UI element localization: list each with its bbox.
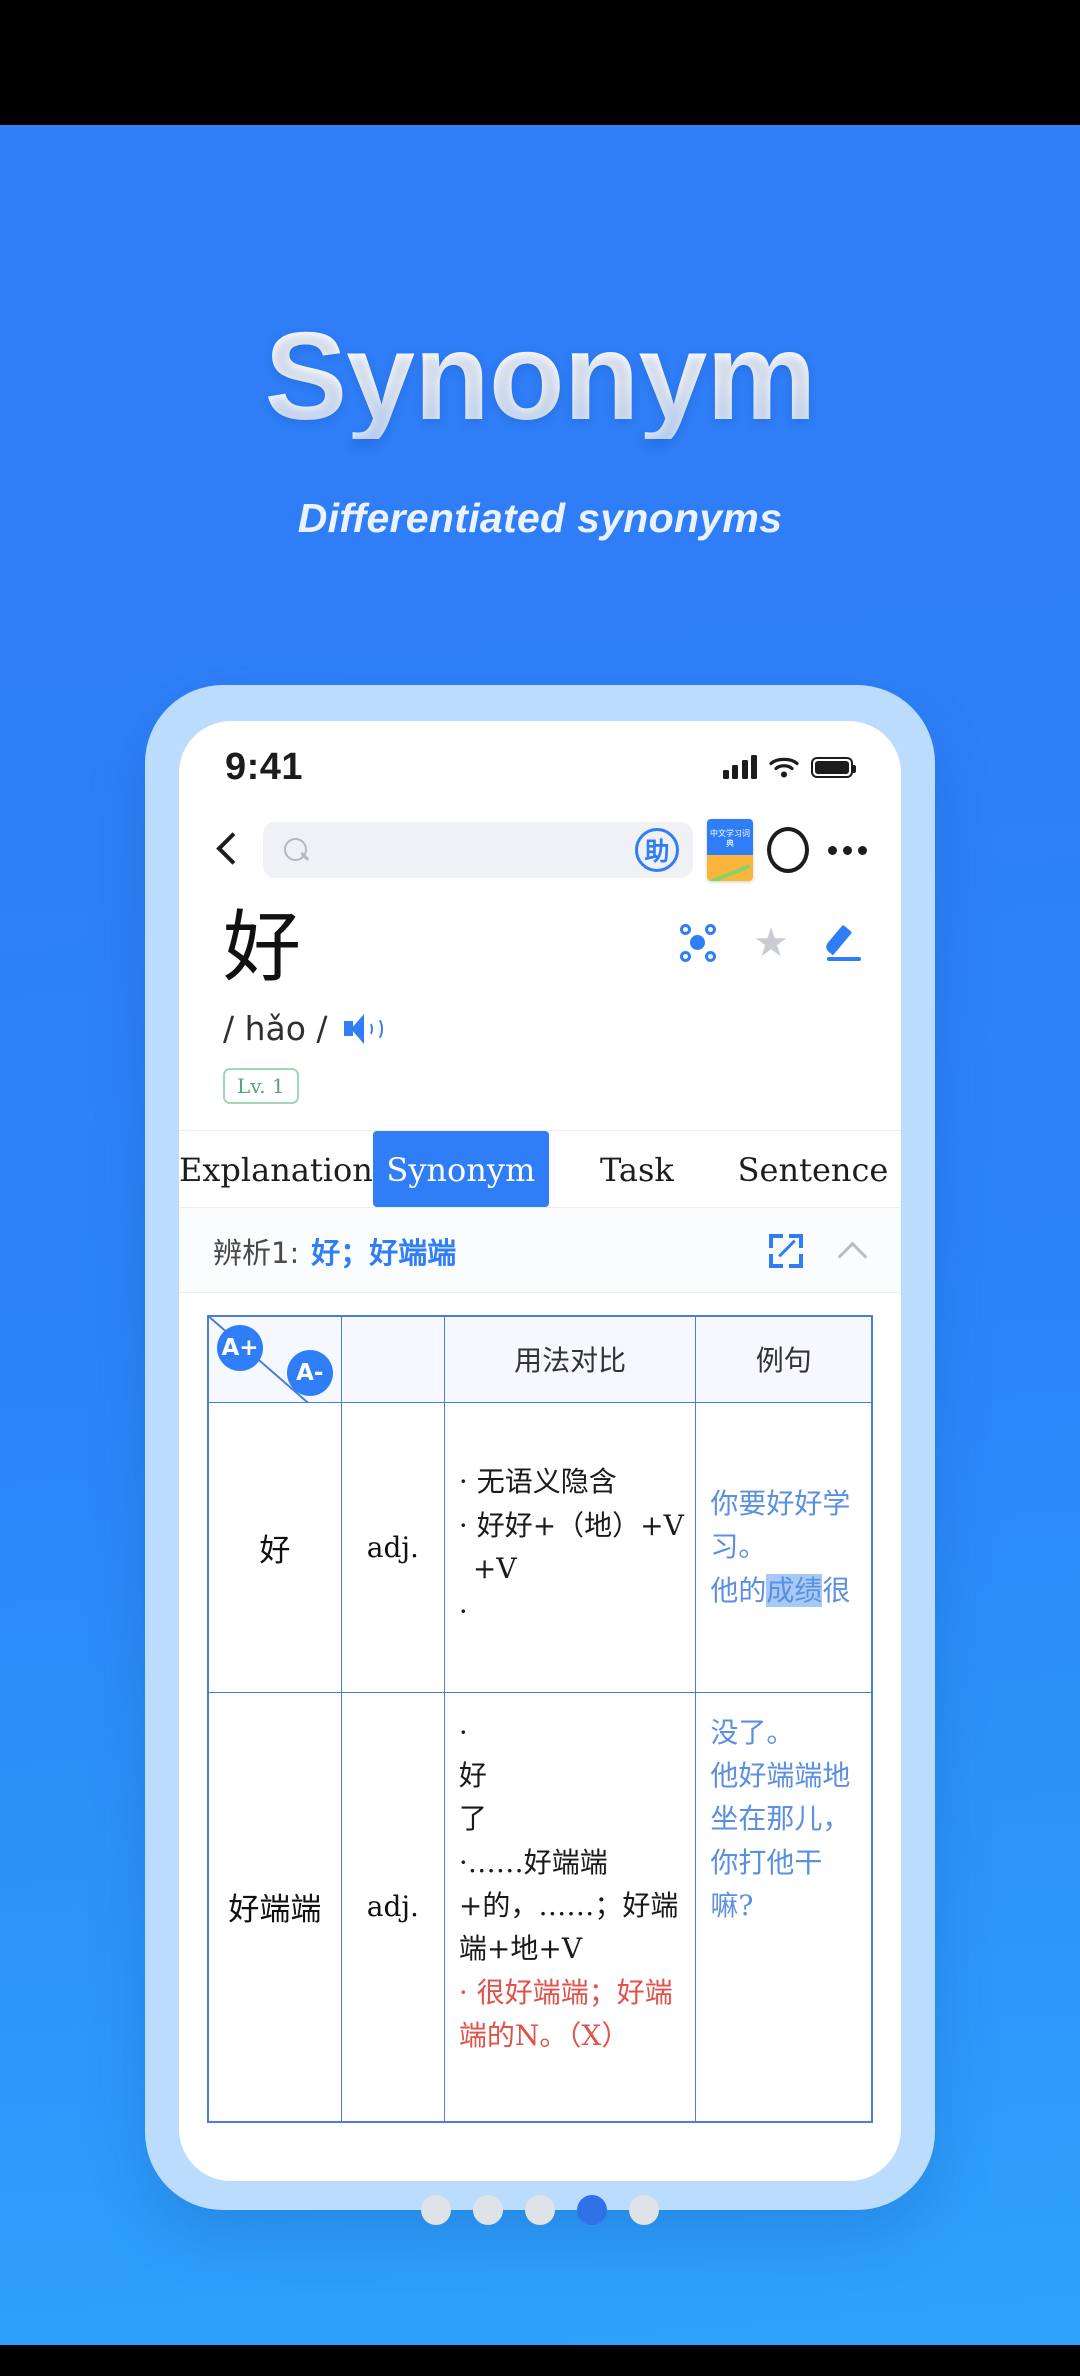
row1-example: 你要好好学习。 他的成绩很 — [695, 1401, 873, 1693]
entry-header: 好 ★ / hǎo / Lv. 1 — [179, 899, 901, 1104]
speaker-icon[interactable] — [343, 1013, 383, 1044]
row2-word: 好端端 — [207, 1691, 342, 2123]
discrimination-actions — [769, 1234, 867, 1268]
pager-dot-3[interactable] — [525, 2195, 555, 2225]
pager-dot-5[interactable] — [629, 2195, 659, 2225]
screenshot-root: Synonym Differentiated synonyms 9:41 助 中… — [0, 0, 1080, 2376]
highlighted-word[interactable]: 成绩 — [766, 1573, 823, 1607]
row2-usage: · 好 了 ·……好端端+的，……；好端端+地+V · 很好端端；好端端的N。（… — [443, 1691, 697, 2123]
status-bar: 9:41 — [179, 721, 901, 813]
row2-usage-line-3: 了 — [458, 1802, 487, 1836]
pinyin-row: / hǎo / — [223, 1009, 865, 1048]
more-dots-icon[interactable] — [823, 828, 871, 872]
comparison-table-wrap: A+ A- 用法对比 例句 好 adj. · 无语义隐含 · 好好+（地）+V … — [179, 1293, 901, 2123]
row1-usage-line-3: +V — [472, 1552, 517, 1585]
discrimination-bar[interactable]: 辨析1: 好；好端端 — [179, 1207, 901, 1293]
row1-usage-line-4: · — [458, 1595, 468, 1629]
table-row: 好端端 adj. · 好 了 ·……好端端+的，……；好端端+地+V · 很好端… — [207, 1691, 873, 2123]
comparison-table: A+ A- 用法对比 例句 好 adj. · 无语义隐含 · 好好+（地）+V … — [207, 1315, 873, 2123]
star-icon[interactable]: ★ — [753, 923, 789, 963]
discrimination-words[interactable]: 好；好端端 — [311, 1230, 456, 1272]
pencil-edit-icon[interactable] — [823, 923, 865, 963]
row1-word: 好 — [207, 1401, 342, 1693]
battery-icon — [811, 756, 856, 778]
carousel-pager — [0, 2195, 1080, 2225]
row2-usage-line-2: 好 — [458, 1758, 487, 1792]
assist-badge-icon[interactable]: 助 — [635, 828, 679, 872]
tab-sentence[interactable]: Sentence — [725, 1131, 901, 1207]
row2-pos: adj. — [340, 1691, 445, 2123]
row1-usage-line-1: · 无语义隐含 — [458, 1465, 617, 1499]
tab-explanation[interactable]: Explanation — [179, 1131, 373, 1207]
discrimination-label: 辨析1: — [213, 1236, 300, 1270]
table-diagonal-header: A+ A- — [207, 1315, 342, 1403]
dictionary-book-label: 中文学习词典 — [710, 829, 750, 849]
promo-slide: Synonym Differentiated synonyms 9:41 助 中… — [0, 125, 1080, 2345]
row1-pos: adj. — [340, 1401, 445, 1693]
pinyin-text: / hǎo / — [223, 1009, 328, 1048]
entry-tabs: Explanation Synonym Task Sentence — [179, 1130, 901, 1207]
table-header-usage: 用法对比 — [443, 1315, 697, 1403]
row2-usage-line-1: · — [458, 1715, 468, 1749]
phone-screen: 9:41 助 中文学习词典 好 ★ / hǎo / Lv. 1 Explanat… — [179, 721, 901, 2181]
pager-dot-1[interactable] — [421, 2195, 451, 2225]
wifi-icon — [769, 757, 799, 778]
tab-synonym[interactable]: Synonym — [372, 1131, 549, 1207]
dictionary-book-icon[interactable]: 中文学习词典 — [707, 819, 753, 881]
page-title: Synonym — [0, 315, 1080, 439]
circle-icon[interactable] — [767, 827, 809, 873]
back-chevron-icon[interactable] — [205, 828, 249, 872]
status-icons — [722, 755, 856, 779]
row2-usage-line-4: ·……好端端+的，……；好端端+地+V — [458, 1845, 679, 1966]
search-input[interactable]: 助 — [263, 822, 693, 878]
row1-usage: · 无语义隐含 · 好好+（地）+V +V · — [443, 1401, 697, 1693]
table-header-row: A+ A- 用法对比 例句 — [207, 1315, 873, 1403]
letterbox-top — [0, 0, 1080, 125]
headword: 好 — [223, 903, 302, 993]
chevron-up-icon[interactable] — [837, 1236, 867, 1266]
table-row: 好 adj. · 无语义隐含 · 好好+（地）+V +V · 你要好好学习。 他的… — [207, 1401, 873, 1693]
signal-bars-icon — [722, 755, 757, 779]
app-nav-bar: 助 中文学习词典 — [179, 813, 901, 899]
search-icon — [283, 837, 310, 864]
phone-mockup-frame: 9:41 助 中文学习词典 好 ★ / hǎo / Lv. 1 Explanat… — [145, 685, 935, 2210]
entry-action-icons: ★ — [679, 909, 865, 963]
row1-usage-line-2: · 好好+（地）+V — [458, 1508, 684, 1542]
table-header-pos — [340, 1315, 445, 1403]
badge-a-minus-icon: A- — [286, 1349, 333, 1396]
level-badge: Lv. 1 — [223, 1068, 299, 1104]
badge-a-plus-icon: A+ — [217, 1325, 263, 1371]
word-network-icon[interactable] — [679, 924, 717, 962]
pager-dot-4-active[interactable] — [577, 2195, 607, 2225]
fullscreen-expand-icon[interactable] — [769, 1234, 803, 1268]
tab-task[interactable]: Task — [549, 1131, 725, 1207]
pager-dot-2[interactable] — [473, 2195, 503, 2225]
headword-row: 好 ★ — [223, 909, 865, 987]
letterbox-bottom — [0, 2345, 1080, 2376]
row2-example: 没了。 他好端端地坐在那儿，你打他干嘛? — [695, 1691, 873, 2123]
table-header-example: 例句 — [695, 1315, 873, 1403]
status-time: 9:41 — [225, 745, 304, 788]
page-subtitle: Differentiated synonyms — [297, 495, 783, 541]
row2-usage-error: · 很好端端；好端端的N。（X） — [458, 1975, 673, 2053]
